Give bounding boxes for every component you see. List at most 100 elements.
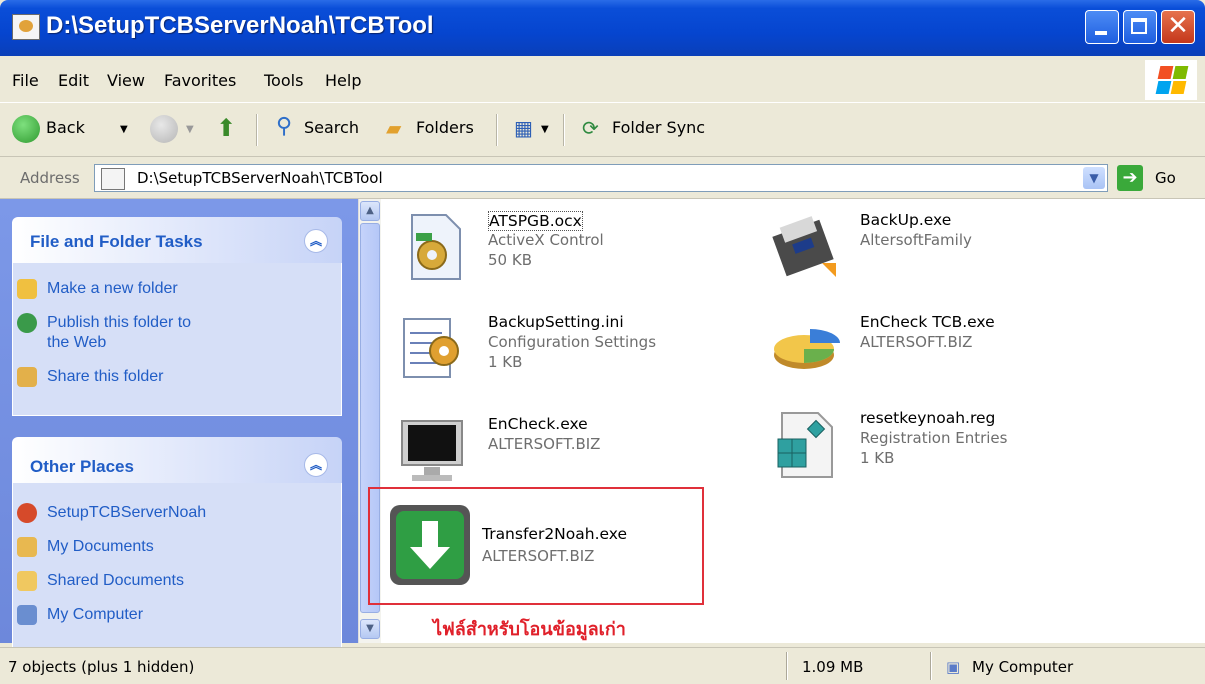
publish-web-icon	[17, 313, 37, 333]
window-title: D:\SetupTCBServerNoah\TCBTool	[46, 12, 434, 39]
panel-title: File and Folder Tasks	[30, 232, 203, 251]
title-bar[interactable]: D:\SetupTCBServerNoah\TCBTool ✕	[0, 0, 1205, 56]
menu-file[interactable]: File	[12, 71, 39, 90]
toolbar-separator	[563, 114, 565, 146]
panel-body: SetupTCBServerNoah My Documents Shared D…	[12, 483, 342, 650]
panel-header[interactable]: File and Folder Tasks ︽	[12, 217, 342, 263]
address-bar: Address D:\SetupTCBServerNoah\TCBTool ▼ …	[0, 158, 1205, 199]
file-name: resetkeynoah.reg	[860, 409, 996, 427]
task-label: the Web	[47, 334, 107, 351]
backup-icon	[772, 216, 836, 277]
folders-icon: ▰	[386, 116, 402, 140]
file-name: ATSPGB.ocx	[488, 211, 583, 231]
folders-button[interactable]: Folders	[416, 118, 474, 137]
scroll-down-icon[interactable]: ▼	[360, 619, 380, 639]
maximize-icon	[1131, 18, 1147, 34]
panel-title: Other Places	[30, 457, 134, 476]
place-label: My Documents	[47, 538, 154, 555]
registry-icon	[777, 412, 833, 478]
status-object-count: 7 objects (plus 1 hidden)	[8, 658, 195, 676]
other-places-panel: Other Places ︽ SetupTCBServerNoah My Doc…	[12, 437, 342, 650]
ocx-gear-icon	[411, 214, 461, 280]
panel-header[interactable]: Other Places ︽	[12, 437, 342, 483]
collapse-chevron-icon[interactable]: ︽	[304, 453, 328, 477]
status-bar: 7 objects (plus 1 hidden) 1.09 MB ▣ My C…	[0, 647, 1205, 684]
folder-window-icon	[12, 14, 40, 40]
panel-body: Make a new folder Publish this folder to…	[12, 263, 342, 416]
address-input[interactable]: D:\SetupTCBServerNoah\TCBTool ▼	[94, 164, 1108, 192]
place-label: My Computer	[47, 606, 144, 623]
folder-sync-icon: ⟳	[582, 116, 599, 140]
scroll-up-icon[interactable]: ▲	[360, 201, 380, 221]
up-folder-icon[interactable]: ⬆	[216, 114, 236, 142]
place-my-computer[interactable]: My Computer	[17, 605, 144, 625]
search-icon: ⚲	[276, 114, 293, 139]
share-folder-icon	[17, 367, 37, 387]
file-description: Configuration Settings	[488, 333, 657, 351]
address-label: Address	[20, 169, 80, 187]
task-label: Publish this folder to	[47, 314, 192, 331]
search-button[interactable]: Search	[304, 118, 359, 137]
place-shared-documents[interactable]: Shared Documents	[17, 571, 184, 591]
status-size: 1.09 MB	[802, 658, 864, 676]
new-folder-icon	[17, 279, 37, 299]
menu-edit[interactable]: Edit	[58, 71, 89, 90]
menu-help[interactable]: Help	[325, 71, 361, 90]
toolbar: Back ▼ ▼ ⬆ ⚲ Search ▰ Folders ▦ ▼ ⟳ Fold…	[0, 104, 1205, 157]
close-icon: ✕	[1167, 11, 1189, 41]
place-label: SetupTCBServerNoah	[47, 504, 207, 521]
status-divider	[786, 652, 788, 680]
place-my-documents[interactable]: My Documents	[17, 537, 154, 557]
my-documents-icon	[17, 537, 37, 557]
back-arrow-icon[interactable]	[12, 115, 40, 143]
status-divider	[930, 652, 932, 680]
task-publish-folder-continued[interactable]: the Web	[47, 333, 106, 353]
close-button[interactable]: ✕	[1161, 10, 1195, 44]
file-name: BackUp.exe	[860, 211, 952, 229]
content-area: File and Folder Tasks ︽ Make a new folde…	[0, 199, 1205, 650]
folder-address-icon	[101, 168, 125, 190]
collapse-chevron-icon[interactable]: ︽	[304, 229, 328, 253]
task-share-folder[interactable]: Share this folder	[17, 367, 164, 387]
address-value[interactable]: D:\SetupTCBServerNoah\TCBTool	[137, 169, 383, 187]
task-make-new-folder[interactable]: Make a new folder	[17, 279, 178, 299]
back-button[interactable]: Back	[46, 118, 85, 137]
task-label: Make a new folder	[47, 280, 178, 297]
go-arrow-icon[interactable]: ➔	[1117, 165, 1143, 191]
folder-sync-button[interactable]: Folder Sync	[612, 118, 705, 137]
pie-chart-icon	[774, 329, 840, 369]
file-name: BackupSetting.ini	[488, 313, 624, 331]
task-publish-folder[interactable]: Publish this folder to	[17, 313, 192, 333]
my-computer-status-icon: ▣	[946, 658, 961, 676]
my-computer-icon	[17, 605, 37, 625]
explorer-window: D:\SetupTCBServerNoah\TCBTool ✕ File Edi…	[0, 0, 1205, 684]
forward-arrow-icon[interactable]	[150, 115, 178, 143]
menu-bar: File Edit View Favorites Tools Help	[0, 58, 1205, 103]
maximize-button[interactable]	[1123, 10, 1157, 44]
file-size: 1 KB	[488, 353, 523, 371]
views-icon[interactable]: ▦	[514, 116, 533, 140]
file-description: ALTERSOFT.BIZ	[860, 333, 973, 351]
menu-view[interactable]: View	[107, 71, 145, 90]
folder-icon	[17, 503, 37, 523]
file-description: ALTERSOFT.BIZ	[488, 435, 601, 453]
menu-tools[interactable]: Tools	[264, 71, 303, 90]
minimize-button[interactable]	[1085, 10, 1119, 44]
file-size: 50 KB	[488, 251, 532, 269]
shared-documents-icon	[17, 571, 37, 591]
toolbar-separator	[256, 114, 258, 146]
views-dropdown-icon[interactable]: ▼	[541, 124, 549, 135]
highlight-box	[368, 487, 704, 605]
forward-dropdown-icon[interactable]: ▼	[186, 124, 194, 135]
file-folder-tasks-panel: File and Folder Tasks ︽ Make a new folde…	[12, 217, 342, 416]
place-label: Shared Documents	[47, 572, 184, 589]
place-setup-folder[interactable]: SetupTCBServerNoah	[17, 503, 207, 523]
address-dropdown-icon[interactable]: ▼	[1083, 167, 1105, 189]
file-description: Registration Entries	[860, 429, 1008, 447]
back-dropdown-icon[interactable]: ▼	[120, 124, 128, 135]
menu-favorites[interactable]: Favorites	[164, 71, 236, 90]
task-label: Share this folder	[47, 368, 164, 385]
status-location: My Computer	[972, 658, 1074, 676]
go-button[interactable]: Go	[1155, 169, 1176, 187]
file-description: ActiveX Control	[488, 231, 604, 249]
